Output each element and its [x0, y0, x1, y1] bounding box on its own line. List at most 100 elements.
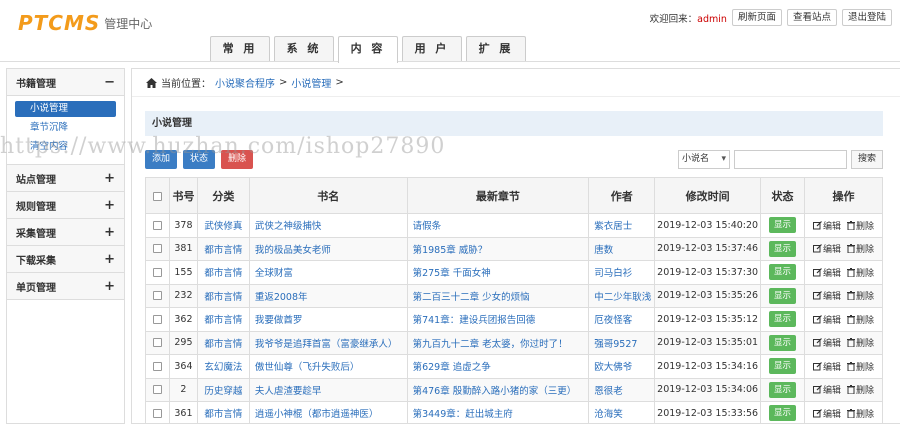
- book-author[interactable]: 强哥9527: [588, 330, 656, 355]
- delete-action[interactable]: 删除: [847, 407, 874, 420]
- edit-action[interactable]: 编辑: [812, 313, 841, 326]
- book-category[interactable]: 都市言情: [196, 260, 250, 285]
- row-select-cell[interactable]: [145, 213, 170, 238]
- tab-extend[interactable]: 扩 展: [466, 36, 526, 61]
- latest-chapter[interactable]: 请假条: [406, 213, 590, 238]
- expand-icon[interactable]: +: [104, 279, 115, 294]
- status-button[interactable]: 显示: [769, 381, 797, 398]
- logout-button[interactable]: 退出登陆: [841, 9, 892, 26]
- sidebar-group-pages[interactable]: 单页管理 +: [7, 273, 124, 300]
- row-select-cell[interactable]: [145, 236, 170, 261]
- book-category[interactable]: 玄幻魔法: [196, 354, 250, 379]
- sidebar-group-sites[interactable]: 站点管理 +: [7, 165, 124, 192]
- book-category[interactable]: 都市言情: [196, 307, 250, 332]
- delete-action[interactable]: 删除: [847, 313, 874, 326]
- row-select-cell[interactable]: [145, 307, 170, 332]
- search-button[interactable]: 搜索: [850, 150, 883, 169]
- tab-content[interactable]: 内 容: [338, 36, 398, 63]
- row-select-cell[interactable]: [145, 260, 170, 285]
- edit-action[interactable]: 编辑: [812, 266, 841, 279]
- delete-action[interactable]: 删除: [847, 289, 874, 302]
- book-name[interactable]: 我的极品美女老师: [248, 236, 408, 261]
- sidebar-item-novels[interactable]: 小说管理: [15, 101, 116, 117]
- sidebar-group-download[interactable]: 下载采集 +: [7, 246, 124, 273]
- book-author[interactable]: 厄夜怪客: [588, 307, 656, 332]
- status-button[interactable]: 显示: [769, 405, 797, 422]
- row-checkbox[interactable]: [152, 267, 162, 277]
- logo[interactable]: PTCMS 管理中心: [18, 12, 152, 34]
- book-name[interactable]: 重返2008年: [248, 283, 408, 308]
- book-author[interactable]: 唐数: [588, 236, 656, 261]
- edit-action[interactable]: 编辑: [812, 360, 841, 373]
- book-category[interactable]: 都市言情: [196, 236, 250, 261]
- book-category[interactable]: 都市言情: [196, 401, 250, 424]
- row-checkbox[interactable]: [152, 220, 162, 230]
- row-select-cell[interactable]: [145, 283, 170, 308]
- edit-action[interactable]: 编辑: [812, 407, 841, 420]
- breadcrumb-link-novels[interactable]: 小说管理: [291, 75, 331, 90]
- book-author[interactable]: 沧海笑: [588, 401, 656, 424]
- row-checkbox[interactable]: [152, 338, 162, 348]
- expand-icon[interactable]: +: [104, 198, 115, 213]
- view-site-button[interactable]: 查看站点: [786, 9, 837, 26]
- book-author[interactable]: 恩很老: [588, 377, 656, 402]
- latest-chapter[interactable]: 第741章：建设兵团报告回德: [406, 307, 590, 332]
- latest-chapter[interactable]: 第九百九十二章 老太婆，你过时了！: [406, 330, 590, 355]
- row-checkbox[interactable]: [152, 244, 162, 254]
- book-category[interactable]: 都市言情: [196, 283, 250, 308]
- row-select-cell[interactable]: [145, 354, 170, 379]
- book-name[interactable]: 我爷爷是追拜首富（富豪继承人）: [248, 330, 408, 355]
- row-select-cell[interactable]: [145, 330, 170, 355]
- book-author[interactable]: 紫衣居士: [588, 213, 656, 238]
- row-checkbox[interactable]: [152, 408, 162, 418]
- row-checkbox[interactable]: [152, 291, 162, 301]
- batch-delete-button[interactable]: 删除: [221, 150, 254, 169]
- expand-icon[interactable]: +: [104, 171, 115, 186]
- batch-status-button[interactable]: 状态: [183, 150, 216, 169]
- search-field-select[interactable]: 小说名: [677, 150, 730, 169]
- row-select-cell[interactable]: [145, 377, 170, 402]
- refresh-button[interactable]: 刷新页面: [731, 9, 782, 26]
- add-button[interactable]: 添加: [145, 150, 178, 169]
- status-button[interactable]: 显示: [769, 334, 797, 351]
- row-checkbox[interactable]: [152, 314, 162, 324]
- book-name[interactable]: 全球财富: [248, 260, 408, 285]
- edit-action[interactable]: 编辑: [812, 383, 841, 396]
- breadcrumb-link-program[interactable]: 小说聚合程序: [215, 75, 275, 90]
- row-checkbox[interactable]: [152, 361, 162, 371]
- delete-action[interactable]: 删除: [847, 383, 874, 396]
- status-button[interactable]: 显示: [769, 264, 797, 281]
- edit-action[interactable]: 编辑: [812, 219, 841, 232]
- collapse-icon[interactable]: −: [104, 75, 115, 90]
- delete-action[interactable]: 删除: [847, 219, 874, 232]
- latest-chapter[interactable]: 第3449章：赶出城主府: [406, 401, 590, 424]
- delete-action[interactable]: 删除: [847, 360, 874, 373]
- book-category[interactable]: 都市言情: [196, 330, 250, 355]
- tab-system[interactable]: 系 统: [274, 36, 334, 61]
- delete-action[interactable]: 删除: [847, 242, 874, 255]
- status-button[interactable]: 显示: [769, 287, 797, 304]
- sidebar-group-collect[interactable]: 采集管理 +: [7, 219, 124, 246]
- book-name[interactable]: 武侠之神级捕快: [248, 213, 408, 238]
- search-input[interactable]: [733, 150, 847, 169]
- book-name[interactable]: 逍遥小神棍（都市逍遥神医）: [248, 401, 408, 424]
- latest-chapter[interactable]: 第476章 殷勤醉入路小猪的家（三更）: [406, 377, 590, 402]
- tab-common[interactable]: 常 用: [210, 36, 270, 61]
- latest-chapter[interactable]: 第1985章 威胁？: [406, 236, 590, 261]
- expand-icon[interactable]: +: [104, 225, 115, 240]
- book-author[interactable]: 中二少年耿浅: [588, 283, 656, 308]
- delete-action[interactable]: 删除: [847, 336, 874, 349]
- book-category[interactable]: 历史穿越: [196, 377, 250, 402]
- edit-action[interactable]: 编辑: [812, 289, 841, 302]
- latest-chapter[interactable]: 第二百三十二章 少女的烦恼: [406, 283, 590, 308]
- row-select-cell[interactable]: [145, 401, 170, 424]
- edit-action[interactable]: 编辑: [812, 242, 841, 255]
- book-name[interactable]: 夫人虐渣要趁早: [248, 377, 408, 402]
- delete-action[interactable]: 删除: [847, 266, 874, 279]
- expand-icon[interactable]: +: [104, 252, 115, 267]
- row-checkbox[interactable]: [152, 385, 162, 395]
- book-name[interactable]: 我要做酋罗: [248, 307, 408, 332]
- book-author[interactable]: 欧大佛爷: [588, 354, 656, 379]
- sidebar-item-chapters[interactable]: 章节沉降: [15, 120, 116, 136]
- select-all-checkbox[interactable]: [152, 191, 162, 201]
